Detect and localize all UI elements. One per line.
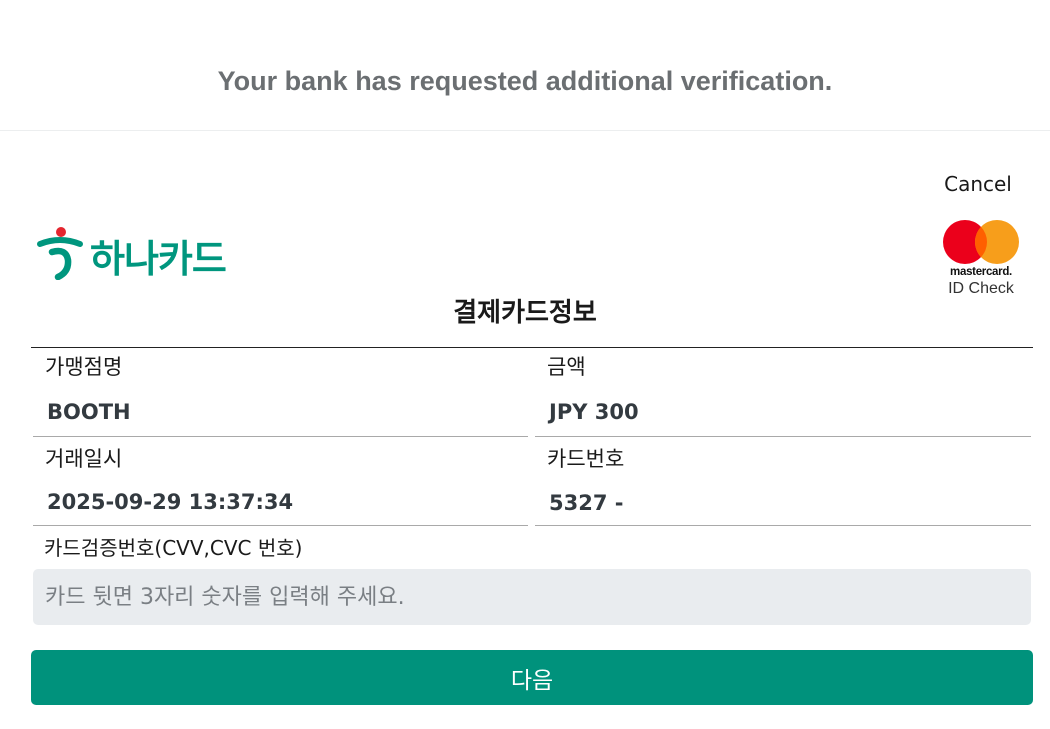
amount-cell: 금액 JPY 300 (535, 348, 1031, 437)
next-button[interactable]: 다음 (31, 650, 1033, 705)
card-number-cell: 카드번호 5327 - (535, 437, 1031, 526)
mastercard-icon (943, 220, 1019, 264)
logo-text: 하나카드 (90, 237, 227, 281)
hana-card-logo-icon (37, 227, 83, 280)
divider (33, 525, 528, 526)
cancel-button[interactable]: Cancel (930, 172, 1026, 196)
mastercard-id-check-logo: mastercard. ID Check (938, 218, 1024, 302)
card-number-label: 카드번호 (547, 447, 625, 471)
merchant-value: BOOTH (47, 400, 131, 424)
merchant-label: 가맹점명 (45, 355, 123, 379)
divider (535, 525, 1031, 526)
datetime-cell: 거래일시 2025-09-29 13:37:34 (33, 437, 528, 526)
verification-banner: Your bank has requested additional verif… (0, 0, 1050, 131)
cvv-input[interactable] (33, 569, 1031, 625)
hana-card-logo: 하나카드 (36, 226, 236, 282)
card-number-value: 5327 - (549, 491, 624, 515)
mastercard-wordmark: mastercard. (950, 266, 1012, 278)
page-title: 결제카드정보 (453, 298, 597, 328)
amount-label: 금액 (547, 355, 586, 379)
cvv-label: 카드검증번호(CVV,CVC 번호) (44, 536, 303, 560)
datetime-label: 거래일시 (45, 447, 123, 471)
amount-value: JPY 300 (549, 400, 639, 424)
banner-text: Your bank has requested additional verif… (217, 66, 833, 96)
merchant-cell: 가맹점명 BOOTH (33, 348, 528, 437)
datetime-value: 2025-09-29 13:37:34 (47, 490, 294, 514)
